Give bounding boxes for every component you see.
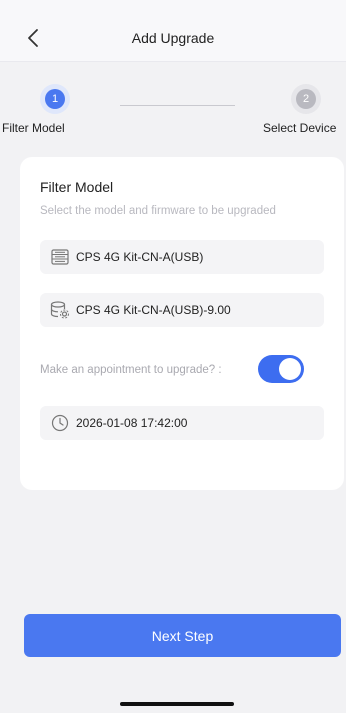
step-2-indicator: 2: [291, 84, 321, 114]
firmware-value: CPS 4G Kit-CN-A(USB)-9.00: [76, 303, 231, 317]
appointment-row: Make an appointment to upgrade? :: [40, 353, 324, 387]
appointment-label: Make an appointment to upgrade? :: [40, 364, 222, 376]
appointment-toggle[interactable]: [258, 355, 304, 383]
step-1-number: 1: [45, 89, 65, 109]
nav-bar: Add Upgrade: [0, 0, 346, 62]
toggle-knob: [279, 358, 301, 380]
card-title: Filter Model: [40, 179, 114, 195]
stepper: 1 2 Filter Model Select Device: [0, 84, 346, 144]
firmware-select[interactable]: CPS 4G Kit-CN-A(USB)-9.00: [40, 293, 324, 327]
step-1-label: Filter Model: [2, 121, 65, 135]
clock-icon: [50, 413, 70, 433]
next-step-button[interactable]: Next Step: [24, 614, 341, 657]
datetime-picker[interactable]: 2026-01-08 17:42:00: [40, 406, 324, 440]
filter-model-card: Filter Model Select the model and firmwa…: [20, 157, 344, 490]
card-subtitle: Select the model and firmware to be upgr…: [40, 205, 276, 217]
database-settings-icon: [50, 300, 70, 320]
step-connector: [120, 105, 235, 106]
step-2-number: 2: [296, 89, 316, 109]
page-title: Add Upgrade: [131, 30, 215, 46]
datetime-value: 2026-01-08 17:42:00: [76, 416, 188, 430]
model-value: CPS 4G Kit-CN-A(USB): [76, 250, 204, 264]
step-1-indicator: 1: [40, 84, 70, 114]
model-select[interactable]: CPS 4G Kit-CN-A(USB): [40, 240, 324, 274]
home-indicator: [120, 702, 234, 706]
model-list-icon: [50, 247, 70, 267]
step-2-label: Select Device: [263, 121, 337, 135]
